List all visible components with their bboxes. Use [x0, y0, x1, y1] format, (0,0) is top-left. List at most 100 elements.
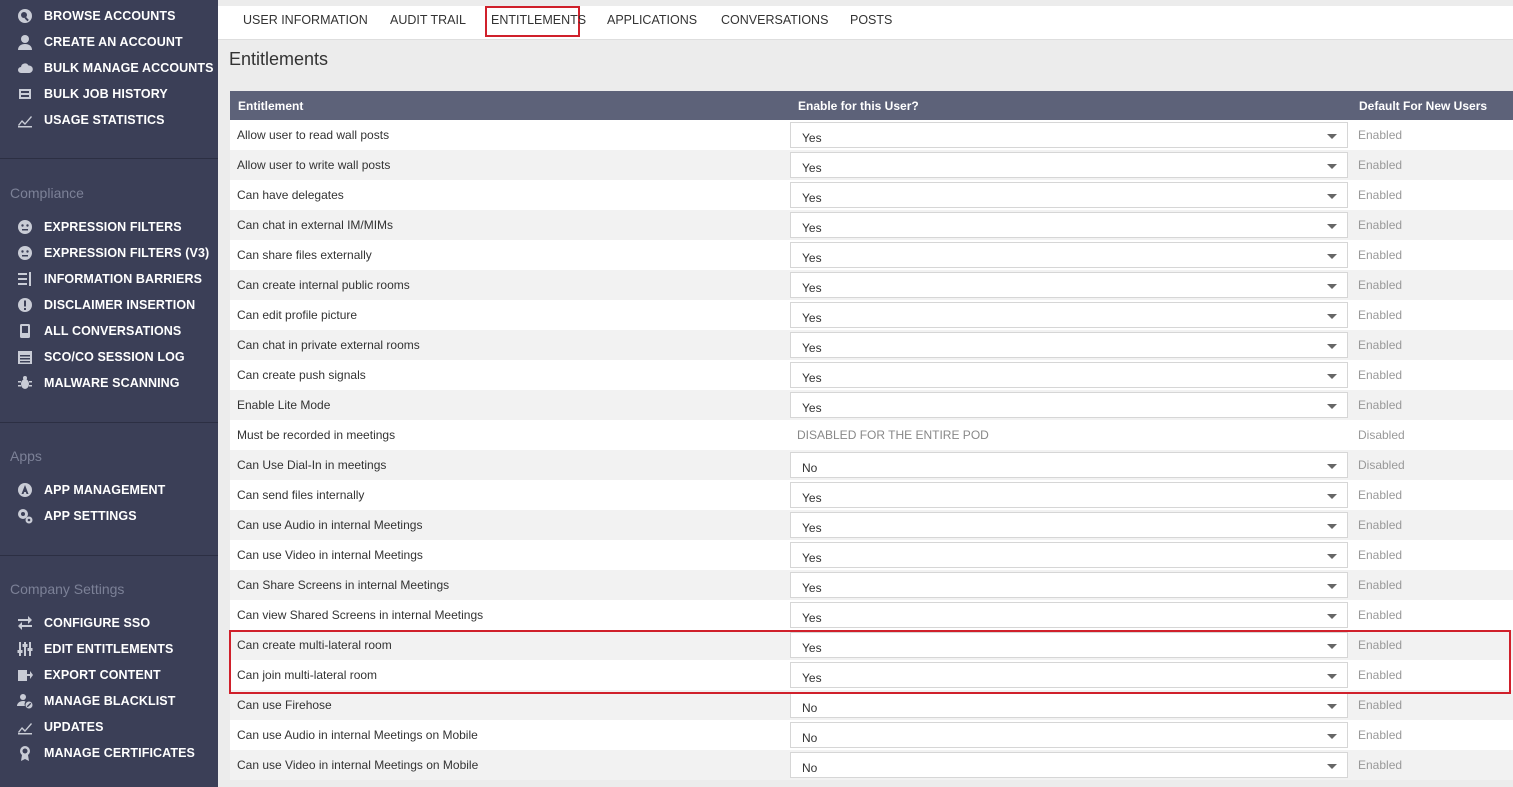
enable-select[interactable]: Yes [790, 302, 1348, 328]
entitlement-name: Allow user to write wall posts [237, 158, 391, 172]
sidebar-item-browse-accounts[interactable]: BROWSE ACCOUNTS [0, 5, 218, 27]
sidebar-item-app-settings[interactable]: APP SETTINGS [0, 505, 218, 527]
sidebar-item-usage-statistics[interactable]: USAGE STATISTICS [0, 109, 218, 131]
enable-select[interactable]: Yes [790, 272, 1348, 298]
sidebar-item-label: ALL CONVERSATIONS [44, 324, 182, 338]
calendar-icon [17, 349, 33, 365]
sidebar-item-export-content[interactable]: EXPORT CONTENT [0, 664, 218, 686]
sidebar-item-label: APP MANAGEMENT [44, 483, 166, 497]
tab-conversations[interactable]: CONVERSATIONS [721, 13, 828, 27]
sidebar-item-disclaimer-insertion[interactable]: DISCLAIMER INSERTION [0, 294, 218, 316]
enable-select[interactable]: Yes [790, 122, 1348, 148]
tab-applications[interactable]: APPLICATIONS [607, 13, 697, 27]
enable-select[interactable]: Yes [790, 212, 1348, 238]
enable-select-value: Yes [802, 521, 822, 535]
table-row: Can chat in private external rooms Yes Ena… [230, 330, 1513, 360]
entitlement-name: Can create multi-lateral room [237, 638, 392, 652]
sidebar-item-edit-entitlements[interactable]: EDIT ENTITLEMENTS [0, 638, 218, 660]
entitlement-name: Can join multi-lateral room [237, 668, 378, 682]
default-value: Enabled [1358, 728, 1403, 742]
chevron-down-icon [1327, 704, 1337, 709]
sidebar-item-expression-filters-v3[interactable]: EXPRESSION FILTERS (V3) [0, 242, 218, 264]
entitlement-name: Must be recorded in meetings [237, 428, 396, 442]
default-value: Enabled [1358, 188, 1403, 202]
phone-icon [17, 323, 33, 339]
enable-select-value: Yes [802, 191, 822, 205]
table-row: Can use Video in internal Meetings on Mo… [230, 750, 1513, 780]
enable-select[interactable]: Yes [790, 542, 1348, 568]
chevron-down-icon [1327, 644, 1337, 649]
filter-face-icon [17, 219, 33, 235]
enable-select-value: No [802, 761, 818, 775]
enable-select[interactable]: Yes [790, 662, 1348, 688]
enable-select[interactable]: Yes [790, 362, 1348, 388]
table-row: Allow user to read wall posts Yes Enabled [230, 120, 1513, 150]
entitlement-name: Can use Firehose [237, 698, 332, 712]
page-title: Entitlements [229, 49, 329, 69]
entitlement-name: Can Share Screens in internal Meetings [237, 578, 450, 592]
sidebar-item-label: MALWARE SCANNING [44, 376, 180, 390]
enable-select[interactable]: No [790, 722, 1348, 748]
table-row: Enable Lite Mode Yes Enabled [230, 390, 1513, 420]
sidebar-item-label: SCO/CO SESSION LOG [44, 350, 185, 364]
tab-bar: USER INFORMATION AUDIT TRAIL ENTITLEMENTS A… [218, 6, 1513, 40]
chart-icon [17, 112, 33, 128]
sidebar-item-updates[interactable]: UPDATES [0, 716, 218, 738]
sidebar-item-app-management[interactable]: APP MANAGEMENT [0, 479, 218, 501]
entitlement-name: Can use Video in internal Meetings [237, 548, 423, 562]
sidebar-item-label: EXPRESSION FILTERS (V3) [44, 246, 210, 260]
sidebar-divider [0, 555, 218, 556]
tab-entitlements[interactable]: ENTITLEMENTS [491, 13, 586, 27]
entitlement-name: Allow user to read wall posts [237, 128, 390, 142]
enable-select[interactable]: Yes [790, 512, 1348, 538]
sidebar-item-manage-blacklist[interactable]: MANAGE BLACKLIST [0, 690, 218, 712]
entitlement-name: Can edit profile picture [237, 308, 358, 322]
sidebar-item-bulk-manage-accounts[interactable]: BULK MANAGE ACCOUNTS [0, 57, 218, 79]
sidebar-item-malware-scanning[interactable]: MALWARE SCANNING [0, 372, 218, 394]
sidebar-section-title: Compliance [10, 185, 84, 201]
enable-select-value: Yes [802, 371, 822, 385]
sidebar-divider [0, 158, 218, 159]
enable-select-value: No [802, 731, 818, 745]
enable-select-value: Yes [802, 311, 822, 325]
sidebar-item-expression-filters[interactable]: EXPRESSION FILTERS [0, 216, 218, 238]
chevron-down-icon [1327, 464, 1337, 469]
chevron-down-icon [1327, 614, 1337, 619]
enable-select[interactable]: Yes [790, 242, 1348, 268]
enable-select[interactable]: Yes [790, 572, 1348, 598]
enable-select[interactable]: No [790, 452, 1348, 478]
sidebar-item-configure-sso[interactable]: CONFIGURE SSO [0, 612, 218, 634]
enable-select[interactable]: No [790, 692, 1348, 718]
sidebar-item-label: EXPORT CONTENT [44, 668, 161, 682]
entitlement-name: Can share files externally [237, 248, 372, 262]
table-row: Can use Video in internal Meetings Yes Ena… [230, 540, 1513, 570]
table-row: Can view Shared Screens in internal Meet… [230, 600, 1513, 630]
enable-select[interactable]: Yes [790, 332, 1348, 358]
enable-select[interactable]: Yes [790, 182, 1348, 208]
sidebar-item-information-barriers[interactable]: INFORMATION BARRIERS [0, 268, 218, 290]
chevron-down-icon [1327, 734, 1337, 739]
tab-posts[interactable]: POSTS [850, 13, 892, 27]
enable-select[interactable]: No [790, 752, 1348, 778]
sidebar-item-label: CREATE AN ACCOUNT [44, 35, 183, 49]
entitlement-name: Can use Audio in internal Meetings on Mo… [237, 728, 478, 742]
sidebar-item-all-conversations[interactable]: ALL CONVERSATIONS [0, 320, 218, 342]
sidebar-item-label: USAGE STATISTICS [44, 113, 165, 127]
enable-select[interactable]: Yes [790, 482, 1348, 508]
sidebar-item-label: APP SETTINGS [44, 509, 137, 523]
sliders-icon [17, 641, 33, 657]
tab-audit-trail[interactable]: AUDIT TRAIL [390, 13, 466, 27]
sidebar-divider [0, 422, 218, 423]
table-row: Can create internal public rooms Yes Enabl… [230, 270, 1513, 300]
enable-select[interactable]: Yes [790, 602, 1348, 628]
tab-user-information[interactable]: USER INFORMATION [243, 13, 368, 27]
enable-select[interactable]: Yes [790, 392, 1348, 418]
enable-select[interactable]: Yes [790, 632, 1348, 658]
sidebar-item-bulk-job-history[interactable]: BULK JOB HISTORY [0, 83, 218, 105]
sidebar-item-sco-co-session-log[interactable]: SCO/CO SESSION LOG [0, 346, 218, 368]
enable-select[interactable]: Yes [790, 152, 1348, 178]
gears-icon [17, 508, 33, 524]
sidebar-item-create-an-account[interactable]: CREATE AN ACCOUNT [0, 31, 218, 53]
sidebar-item-manage-certificates[interactable]: MANAGE CERTIFICATES [0, 742, 218, 764]
enable-select-value: Yes [802, 131, 822, 145]
